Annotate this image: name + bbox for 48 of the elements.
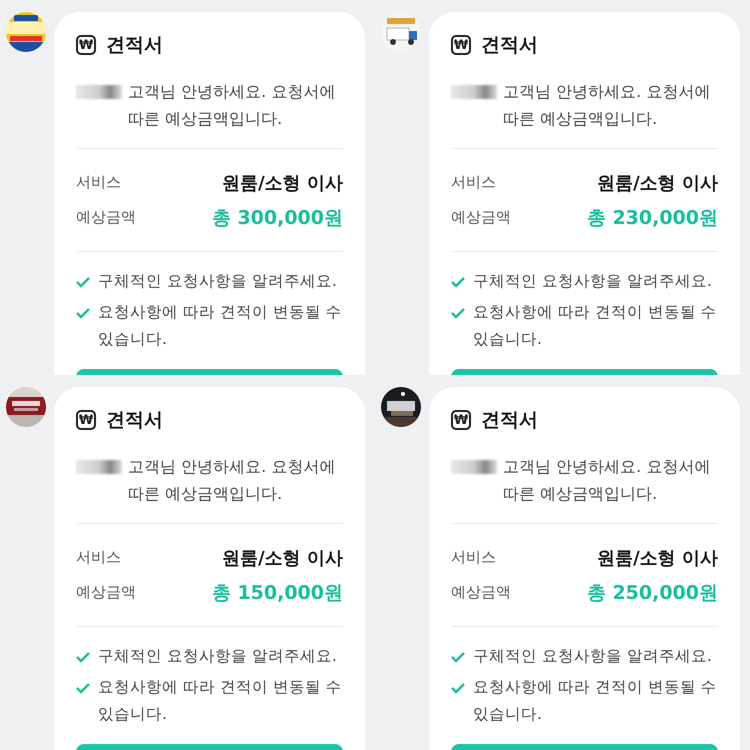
greeting-text: 고객님 안녕하세요. 요청서에 따른 예상금액입니다. [128,456,336,505]
check-icon [451,650,465,664]
note-text: 구체적인 요청사항을 알려주세요. [473,646,712,668]
note-text: 구체적인 요청사항을 알려주세요. [98,646,337,668]
greeting-text: 고객님 안녕하세요. 요청서에 따른 예상금액입니다. [503,456,712,505]
won-icon: ₩ [76,410,96,430]
price-value: 총 300,000원 [212,206,343,231]
detail-label: 예상금액 [76,583,136,602]
price-value: 총 230,000원 [586,206,718,231]
redacted-name [76,85,122,99]
detail-label: 서비스 [451,548,496,568]
won-icon: ₩ [451,35,471,55]
service-value: 원룸/소형 이사 [222,546,343,570]
note-text: 요청사항에 따라 견적이 변동될 수 있습니다. [98,302,343,350]
check-icon [76,650,90,664]
price-value: 총 150,000원 [212,580,343,606]
detail-label: 예상금액 [451,583,511,602]
note-text: 요청사항에 따라 견적이 변동될 수 있습니다. [98,677,343,726]
card-title: 견적서 [481,408,538,433]
redacted-name [451,460,497,474]
won-icon: ₩ [76,35,96,55]
redacted-name [76,460,122,474]
service-value: 원룸/소형 이사 [597,172,718,195]
check-icon [451,306,465,320]
note-text: 구체적인 요청사항을 알려주세요. [473,271,712,292]
note-text: 구체적인 요청사항을 알려주세요. [98,271,337,292]
price-value: 총 250,000원 [586,580,718,606]
detail-label: 서비스 [451,173,496,192]
redacted-name [451,85,497,99]
card-title: 견적서 [481,33,538,58]
note-text: 요청사항에 따라 견적이 변동될 수 있습니다. [473,677,718,726]
detail-label: 예상금액 [451,208,511,228]
check-icon [76,275,90,290]
service-value: 원룸/소형 이사 [222,172,343,195]
check-icon [451,275,465,290]
greeting-text: 고객님 안녕하세요. 요청서에 따른 예상금액입니다. [503,81,712,130]
service-value: 원룸/소형 이사 [597,546,718,570]
won-icon: ₩ [451,410,471,430]
note-text: 요청사항에 따라 견적이 변동될 수 있습니다. [473,302,718,350]
detail-label: 예상금액 [76,208,136,228]
check-icon [76,306,90,320]
card-title: 견적서 [106,33,163,58]
card-title: 견적서 [106,408,163,433]
check-icon [451,681,465,696]
detail-label: 서비스 [76,548,121,568]
check-icon [76,681,90,696]
detail-label: 서비스 [76,173,121,192]
greeting-text: 고객님 안녕하세요. 요청서에 따른 예상금액입니다. [128,81,336,130]
